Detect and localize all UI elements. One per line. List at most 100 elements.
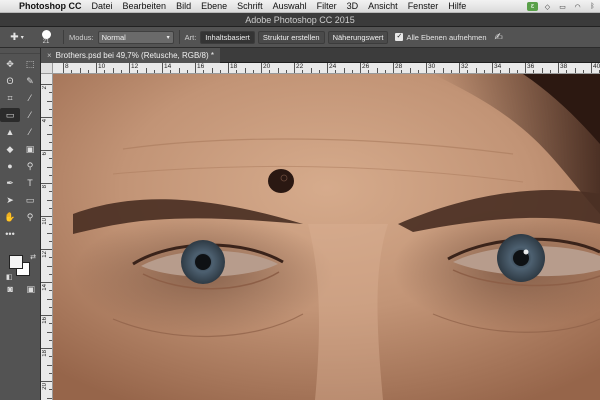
ruler-tick — [41, 117, 52, 118]
blur-drop-icon[interactable]: ● — [0, 159, 20, 173]
zoom-icon[interactable]: ⚲ — [20, 210, 40, 224]
brush-size-picker[interactable]: 21 — [34, 29, 58, 45]
menu-item-app[interactable]: Photoshop CC — [14, 1, 87, 11]
document-canvas[interactable] — [53, 74, 600, 400]
ruler-tick — [516, 70, 518, 73]
menu-item-8[interactable]: 3D — [342, 1, 364, 11]
sample-all-layers-checkbox[interactable]: ✓ Alle Ebenen aufnehmen — [395, 33, 487, 42]
move-icon[interactable]: ✥ — [0, 57, 20, 71]
screen-mode-icon[interactable]: ▣ — [21, 282, 41, 296]
swap-colors-icon[interactable]: ⇄ — [30, 253, 36, 261]
ruler-tick — [533, 70, 535, 73]
ruler-tick — [49, 290, 52, 292]
ruler-tick — [162, 63, 163, 73]
tool-preset-picker[interactable]: ✚ ▾ — [0, 32, 34, 43]
path-selection-icon[interactable]: ➤ — [0, 193, 20, 207]
ruler-top-label: 12 — [131, 63, 139, 70]
hand-icon[interactable]: ✋ — [0, 210, 20, 224]
type-create-texture-button[interactable]: Struktur erstellen — [257, 30, 325, 44]
ruler-tick — [41, 249, 52, 250]
ruler-left-label: 20 — [42, 383, 48, 390]
foreground-color-swatch[interactable] — [9, 255, 23, 269]
chevron-down-icon: ▾ — [166, 34, 170, 41]
ruler-tick — [47, 397, 52, 399]
ruler-left-label: 18 — [42, 350, 48, 357]
ruler-tick — [219, 70, 221, 73]
menu-item-4[interactable]: Ebene — [196, 1, 232, 11]
tool-grid: ✥ ⬚ ʘ ✎ ⌗ ⁄ ▭ ⁄ ▲ ⁄ ◆ ▣ ● ⚲ ✒ T ➤ ▭ ✋ ⚲ ••• — [0, 54, 40, 241]
band-aid-icon[interactable]: ▭ — [0, 108, 20, 122]
ruler-tick — [285, 70, 287, 73]
history-brush-icon[interactable]: ⁄ — [20, 125, 40, 139]
wifi-icon[interactable]: ◠ — [572, 2, 583, 11]
dodge-icon[interactable]: ⚲ — [20, 159, 40, 173]
crop-icon[interactable]: ⌗ — [0, 91, 20, 105]
lasso-icon[interactable]: ʘ — [0, 74, 20, 88]
quick-mask-icon[interactable]: ◙ — [0, 282, 20, 296]
ruler-tick — [129, 63, 130, 73]
ruler-tick — [434, 70, 436, 73]
airplay-icon[interactable]: ▭ — [557, 2, 568, 11]
pressure-pen-icon[interactable]: ✍ — [495, 32, 503, 43]
ruler-tick — [426, 63, 427, 73]
rectangle-icon[interactable]: ▭ — [20, 193, 40, 207]
ruler-tick — [310, 68, 312, 73]
document-tab[interactable]: × Brothers.psd bei 49,7% (Retusche, RGB/… — [41, 48, 220, 63]
ruler-tick — [393, 63, 394, 73]
type-icon[interactable]: T — [20, 176, 40, 190]
ruler-tick — [41, 216, 52, 217]
menu-item-9[interactable]: Ansicht — [363, 1, 403, 11]
close-tab-icon[interactable]: × — [47, 51, 52, 60]
ruler-tick — [47, 331, 52, 333]
menu-item-5[interactable]: Schrift — [232, 1, 268, 11]
default-colors-icon[interactable]: ◧ — [6, 273, 13, 281]
menu-item-11[interactable]: Hilfe — [443, 1, 471, 11]
mole-spot — [268, 169, 294, 193]
ruler-left-label: 2 — [42, 86, 48, 90]
ruler-tick — [450, 70, 452, 73]
ruler-tick — [49, 389, 52, 391]
horizontal-ruler[interactable]: 8 10 12 14 16 18 20 22 24 26 28 30 32 34 36 38 40 — [53, 63, 600, 74]
brush-icon[interactable]: ⁄ — [20, 108, 40, 122]
quick-selection-icon[interactable]: ✎ — [20, 74, 40, 88]
ruler-tick — [384, 70, 386, 73]
type-proximity-match-button[interactable]: Näherungswert — [327, 30, 389, 44]
ruler-origin[interactable] — [41, 63, 53, 74]
menu-item-7[interactable]: Filter — [312, 1, 342, 11]
dropbox-icon[interactable]: ◇ — [542, 2, 553, 11]
ruler-tick — [145, 68, 147, 73]
window-title-bar: Adobe Photoshop CC 2015 — [0, 13, 600, 27]
mode-select[interactable]: Normal ▾ — [97, 30, 174, 44]
bluetooth-icon[interactable]: ᛒ — [587, 2, 598, 11]
pen-icon[interactable]: ✒ — [0, 176, 20, 190]
menu-item-10[interactable]: Fenster — [403, 1, 444, 11]
ruler-tick — [49, 191, 52, 193]
menu-item-3[interactable]: Bild — [171, 1, 196, 11]
ellipsis-icon[interactable]: ••• — [0, 227, 20, 241]
ruler-tick — [211, 68, 213, 73]
ruler-tick — [47, 166, 52, 168]
menu-item-6[interactable]: Auswahl — [268, 1, 312, 11]
mode-buttons: ◙ ▣ — [0, 282, 41, 296]
ruler-top-label: 30 — [428, 63, 436, 70]
vertical-ruler[interactable]: 2 4 6 8 10 12 14 16 18 20 — [41, 74, 53, 400]
ruler-tick — [244, 68, 246, 73]
stamp-icon[interactable]: ▲ — [0, 125, 20, 139]
menu-bar: Photoshop CC Datei Bearbeiten Bild Ebene Schr… — [0, 0, 600, 13]
menu-item-2[interactable]: Bearbeiten — [118, 1, 172, 11]
eraser-icon[interactable]: ◆ — [0, 142, 20, 156]
ruler-top-label: 10 — [98, 63, 106, 70]
brush-tip-icon — [41, 29, 51, 39]
marquee-icon[interactable]: ⬚ — [20, 57, 40, 71]
eyedropper-icon[interactable]: ⁄ — [20, 91, 40, 105]
gradient-icon[interactable]: ▣ — [20, 142, 40, 156]
ruler-tick — [318, 70, 320, 73]
status-icons: ε ◇ ▭ ◠ ᛒ — [527, 0, 598, 13]
ruler-tick — [49, 273, 52, 275]
menu-item-1[interactable]: Datei — [87, 1, 118, 11]
type-content-aware-button[interactable]: Inhaltsbasiert — [200, 30, 255, 44]
ruler-tick — [49, 141, 52, 143]
evernote-icon[interactable]: ε — [527, 2, 538, 11]
ruler-tick — [49, 356, 52, 358]
ruler-tick — [294, 63, 295, 73]
